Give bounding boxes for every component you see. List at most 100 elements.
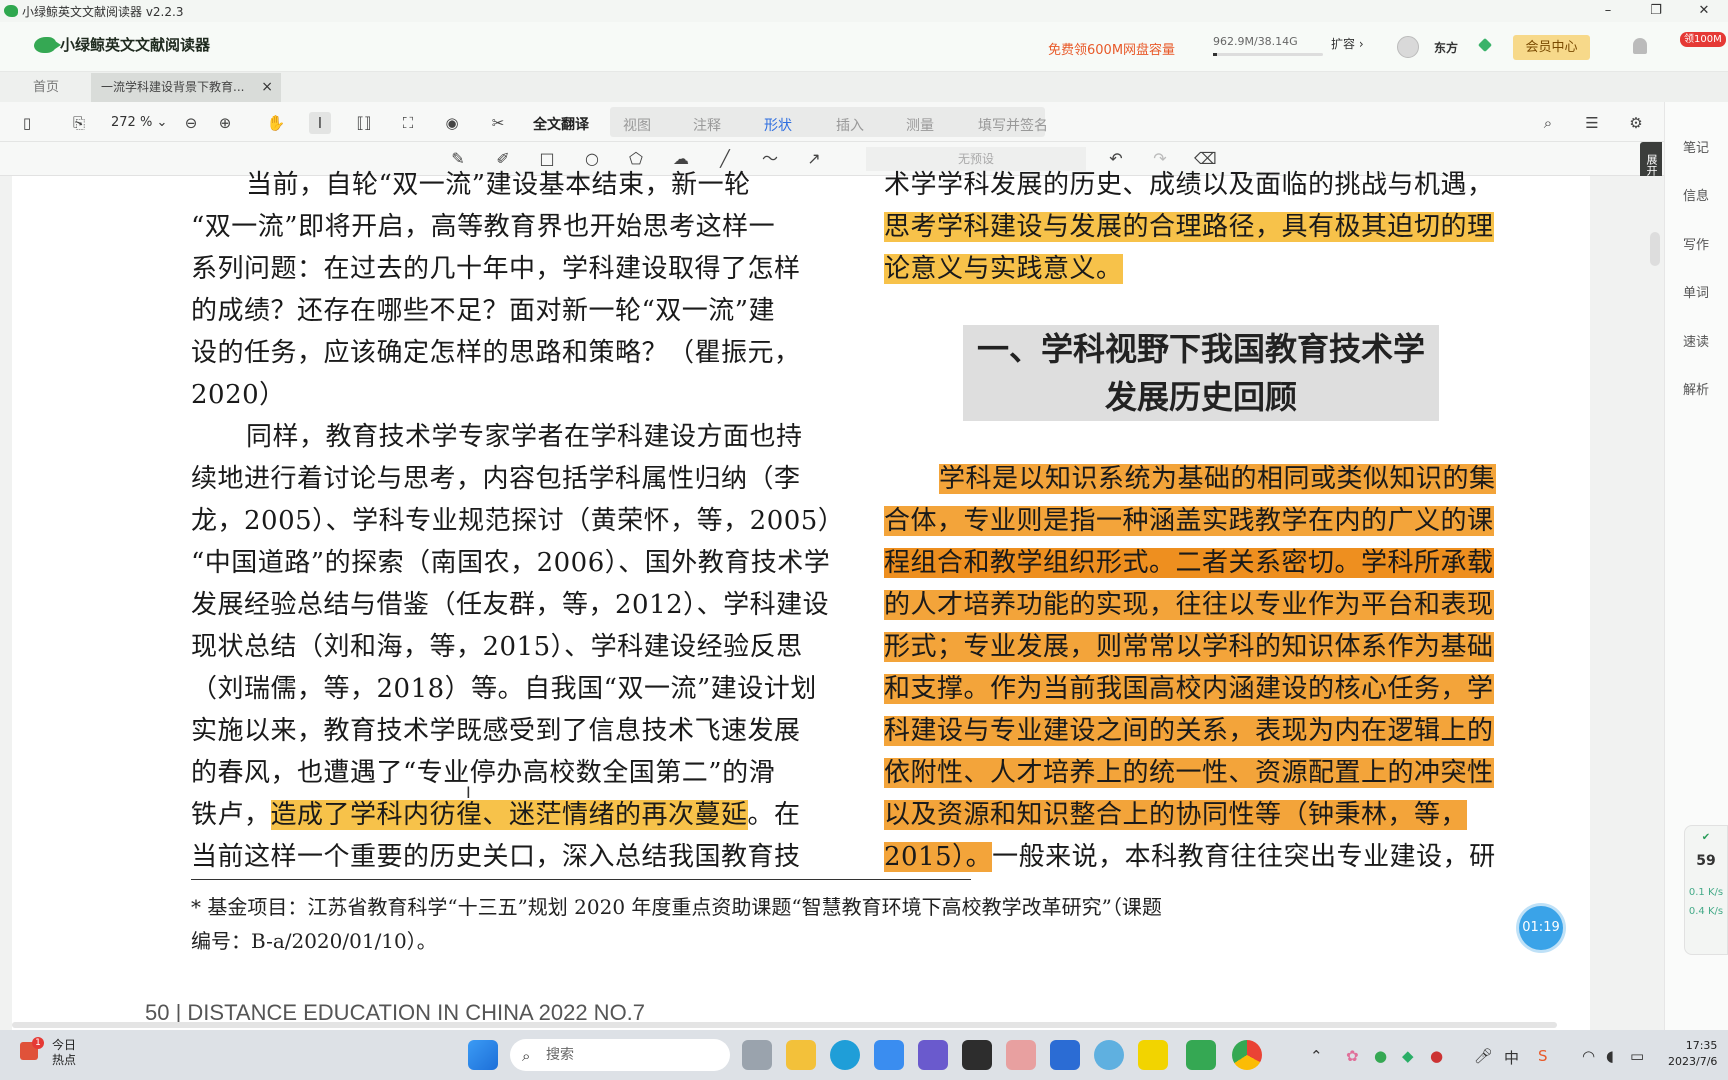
zoom-out-icon[interactable]: ⊖ xyxy=(180,112,202,134)
microphone-icon[interactable]: 🎤︎ xyxy=(1474,1047,1493,1065)
zoom-in-icon[interactable]: ⊕ xyxy=(214,112,236,134)
text-line: 同样，教育技术学专家学者在学科建设方面也持 xyxy=(246,422,803,452)
menu-fill-sign[interactable]: 填写并签名 xyxy=(978,115,1048,135)
app-icon[interactable] xyxy=(874,1040,904,1070)
highlight-annotation[interactable]: 科建设与专业建设之间的关系，表现为内在逻辑上的 xyxy=(884,716,1494,746)
side-info[interactable]: 信息 xyxy=(1664,185,1728,204)
volume-icon[interactable]: ◖ xyxy=(1606,1047,1614,1065)
highlight-annotation[interactable]: 学科是以知识系统为基础的相同或类似知识的集 xyxy=(939,464,1496,494)
file-explorer-icon[interactable] xyxy=(786,1040,816,1070)
menu-shape[interactable]: 形状 xyxy=(764,115,792,135)
close-window-button[interactable]: ✕ xyxy=(1682,0,1726,22)
word-icon[interactable] xyxy=(1050,1040,1080,1070)
page-settings-icon[interactable]: ⎘ xyxy=(68,112,90,134)
promo-link[interactable]: 免费领600M网盘容量 xyxy=(1048,39,1175,58)
search-icon[interactable]: ⌕ xyxy=(1537,112,1559,134)
highlight-annotation[interactable]: 以及资源和知识整合上的协同性等（钟秉林，等， xyxy=(884,800,1468,830)
side-analysis[interactable]: 解析 xyxy=(1664,379,1728,398)
section-heading-line1: 一、学科视野下我国教育技术学 xyxy=(976,330,1425,368)
user-name[interactable]: 东方 xyxy=(1434,39,1458,56)
battery-icon[interactable]: ▭ xyxy=(1630,1047,1644,1065)
left-column[interactable]: 当前，自轮“双一流”建设基本结束，新一轮 “双一流”即将开启，高等教育界也开始思… xyxy=(191,164,831,878)
terminal-icon[interactable] xyxy=(962,1040,992,1070)
text-line: 科建设与专业建设之间的关系，表现为内在逻辑上的 xyxy=(884,710,1520,752)
text-line: 设的任务，应该确定怎样的思路和策略？（瞿振元， xyxy=(191,338,801,368)
tray-app-icon[interactable]: ✿ xyxy=(1346,1047,1359,1065)
full-translate-button[interactable]: 全文翻译 xyxy=(533,114,589,134)
highlight-annotation[interactable]: 合体，专业则是指一种涵盖实践教学在内的广义的课 xyxy=(884,506,1494,536)
text-line: 合体，专业则是指一种涵盖实践教学在内的广义的课 xyxy=(884,500,1520,542)
settings-icon[interactable]: ⚙ xyxy=(1625,112,1647,134)
expand-storage-button[interactable]: 扩容 › xyxy=(1331,35,1364,52)
tray-app-icon[interactable]: ● xyxy=(1430,1047,1443,1065)
eye-mode-icon[interactable]: ◉ xyxy=(441,112,463,134)
text-line: 当前这样一个重要的历史关口，深入总结我国教育技 xyxy=(191,842,801,872)
menu-view[interactable]: 视图 xyxy=(623,115,651,135)
zoom-select[interactable]: 272 % ⌄ xyxy=(111,115,167,130)
highlight-annotation[interactable]: 的人才培养功能的实现，往往以专业作为平台和表现 xyxy=(884,590,1494,620)
network-monitor[interactable]: ✔ 59 0.1 K/s 0.4 K/s xyxy=(1684,825,1728,955)
menu-measure[interactable]: 测量 xyxy=(906,115,934,135)
wifi-icon[interactable]: ◠ xyxy=(1582,1047,1595,1065)
horizontal-scrollbar[interactable] xyxy=(12,1022,1557,1028)
text-line: 铁卢，造成了学科内彷徨、迷茫情绪的再次蔓延。在 xyxy=(191,794,831,836)
chrome-icon[interactable] xyxy=(1232,1040,1262,1070)
tab-document[interactable]: 一流学科建设背景下教育... × xyxy=(91,73,281,102)
news-widget[interactable]: 今日 热点 xyxy=(52,1038,76,1068)
vertical-scrollbar[interactable] xyxy=(1650,232,1660,266)
app-icon[interactable] xyxy=(1006,1040,1036,1070)
reading-timer[interactable]: 01:19 xyxy=(1519,906,1563,950)
taskbar xyxy=(0,1030,1728,1080)
right-body[interactable]: 学科是以知识系统为基础的相同或类似知识的集 合体，专业则是指一种涵盖实践教学在内… xyxy=(884,458,1520,878)
whale-logo-icon xyxy=(34,36,61,53)
highlight-annotation[interactable]: 造成了学科内彷徨、迷茫情绪的再次蔓延 xyxy=(270,800,748,830)
reward-badge[interactable]: 领100M xyxy=(1680,32,1726,47)
side-writing[interactable]: 写作 xyxy=(1664,234,1728,253)
avatar[interactable] xyxy=(1397,36,1419,58)
ime-indicator[interactable]: 中 xyxy=(1504,1047,1519,1068)
restore-button[interactable]: ❐ xyxy=(1634,0,1678,22)
fit-screen-icon[interactable]: ⛶ xyxy=(397,112,419,134)
wechat-icon[interactable]: ◆ xyxy=(1402,1047,1414,1065)
close-tab-icon[interactable]: × xyxy=(261,73,273,102)
edge-icon[interactable] xyxy=(830,1040,860,1070)
menu-annotate[interactable]: 注释 xyxy=(693,115,721,135)
member-center-button[interactable]: 会员中心 xyxy=(1513,35,1590,60)
sogou-icon[interactable]: S xyxy=(1538,1047,1548,1065)
highlight-annotation[interactable]: 依附性、人才培养上的统一性、资源配置上的冲突性 xyxy=(884,758,1494,788)
tab-home[interactable]: 首页 xyxy=(12,73,80,102)
highlight-annotation[interactable]: 和支撑。作为当前我国高校内涵建设的核心任务，学 xyxy=(884,674,1494,704)
sticky-notes-icon[interactable] xyxy=(1138,1040,1168,1070)
text-select-icon[interactable]: I xyxy=(309,112,331,134)
whale-reader-icon[interactable] xyxy=(1186,1040,1216,1070)
bell-icon[interactable] xyxy=(1633,38,1647,54)
right-column[interactable]: 术学学科发展的历史、成绩以及面临的挑战与机遇， 思考学科建设与发展的合理路径，具… xyxy=(884,164,1520,290)
highlight-annotation[interactable]: 思考学科建设与发展的合理路径，具有极其迫切的理 xyxy=(884,212,1494,242)
hand-tool-icon[interactable]: ✋ xyxy=(265,112,287,134)
app-icon[interactable] xyxy=(1094,1040,1124,1070)
sidebar-toggle-icon[interactable]: ▯ xyxy=(16,112,38,134)
tray-app-icon[interactable]: ● xyxy=(1374,1047,1387,1065)
app-icon[interactable] xyxy=(918,1040,948,1070)
scissors-icon[interactable]: ✂ xyxy=(487,112,509,134)
side-notes[interactable]: 笔记 xyxy=(1664,137,1728,156)
start-icon[interactable] xyxy=(468,1040,498,1070)
tray-chevron-icon[interactable]: ⌃ xyxy=(1310,1047,1323,1065)
text-fragment: 一般来说，本科教育往往突出专业建设，研 xyxy=(992,842,1496,872)
task-view-icon[interactable] xyxy=(742,1040,772,1070)
page-layout-icon[interactable]: ⟦⟧ xyxy=(353,112,375,134)
highlight-annotation[interactable]: 2015）。 xyxy=(884,842,993,872)
clock[interactable]: 17:35 2023/7/6 xyxy=(1668,1038,1717,1070)
text-line: 形式；专业发展，则常常以学科的知识体系作为基础 xyxy=(884,626,1520,668)
side-speed-read[interactable]: 速读 xyxy=(1664,331,1728,350)
highlight-annotation[interactable]: 程组合和教学组织形式。二者关系密切。学科所承载 xyxy=(884,548,1494,578)
taskbar-search[interactable]: 搜索 xyxy=(510,1039,730,1071)
minimize-button[interactable]: – xyxy=(1586,0,1630,22)
side-words[interactable]: 单词 xyxy=(1664,282,1728,301)
menu-insert[interactable]: 插入 xyxy=(836,115,864,135)
highlight-annotation[interactable]: 形式；专业发展，则常常以学科的知识体系作为基础 xyxy=(884,632,1494,662)
footnote-rule xyxy=(191,879,971,880)
comment-icon[interactable]: ☰ xyxy=(1581,112,1603,134)
highlight-annotation[interactable]: 论意义与实践意义。 xyxy=(884,254,1123,284)
text-line: 依附性、人才培养上的统一性、资源配置上的冲突性 xyxy=(884,752,1520,794)
